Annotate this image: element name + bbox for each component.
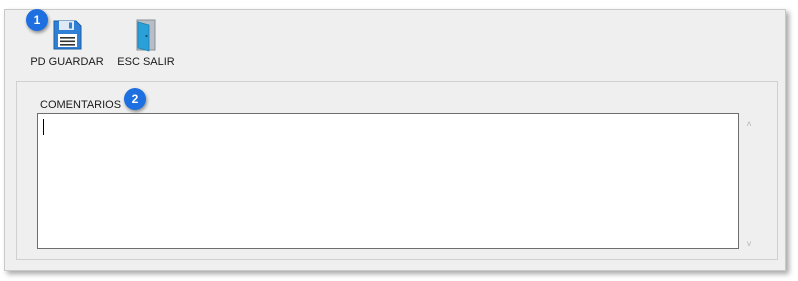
text-caret	[43, 119, 44, 135]
callout-badge-2: 2	[124, 88, 146, 110]
door-exit-icon	[136, 19, 156, 52]
callout-badge-1: 1	[26, 9, 48, 31]
comments-textarea[interactable]	[37, 113, 739, 249]
form-window: PD GUARDAR ESC SALIR 1 COMENTARIOS 2 ˄ ˅	[4, 9, 786, 271]
exit-button[interactable]: ESC SALIR	[113, 18, 179, 68]
save-button-label: PD GUARDAR	[30, 56, 104, 68]
floppy-disk-icon	[53, 20, 82, 50]
scroll-down-icon[interactable]: ˅	[743, 239, 755, 249]
exit-button-label: ESC SALIR	[117, 56, 175, 68]
comments-label: COMENTARIOS	[40, 99, 122, 111]
scroll-up-icon[interactable]: ˄	[743, 119, 755, 129]
